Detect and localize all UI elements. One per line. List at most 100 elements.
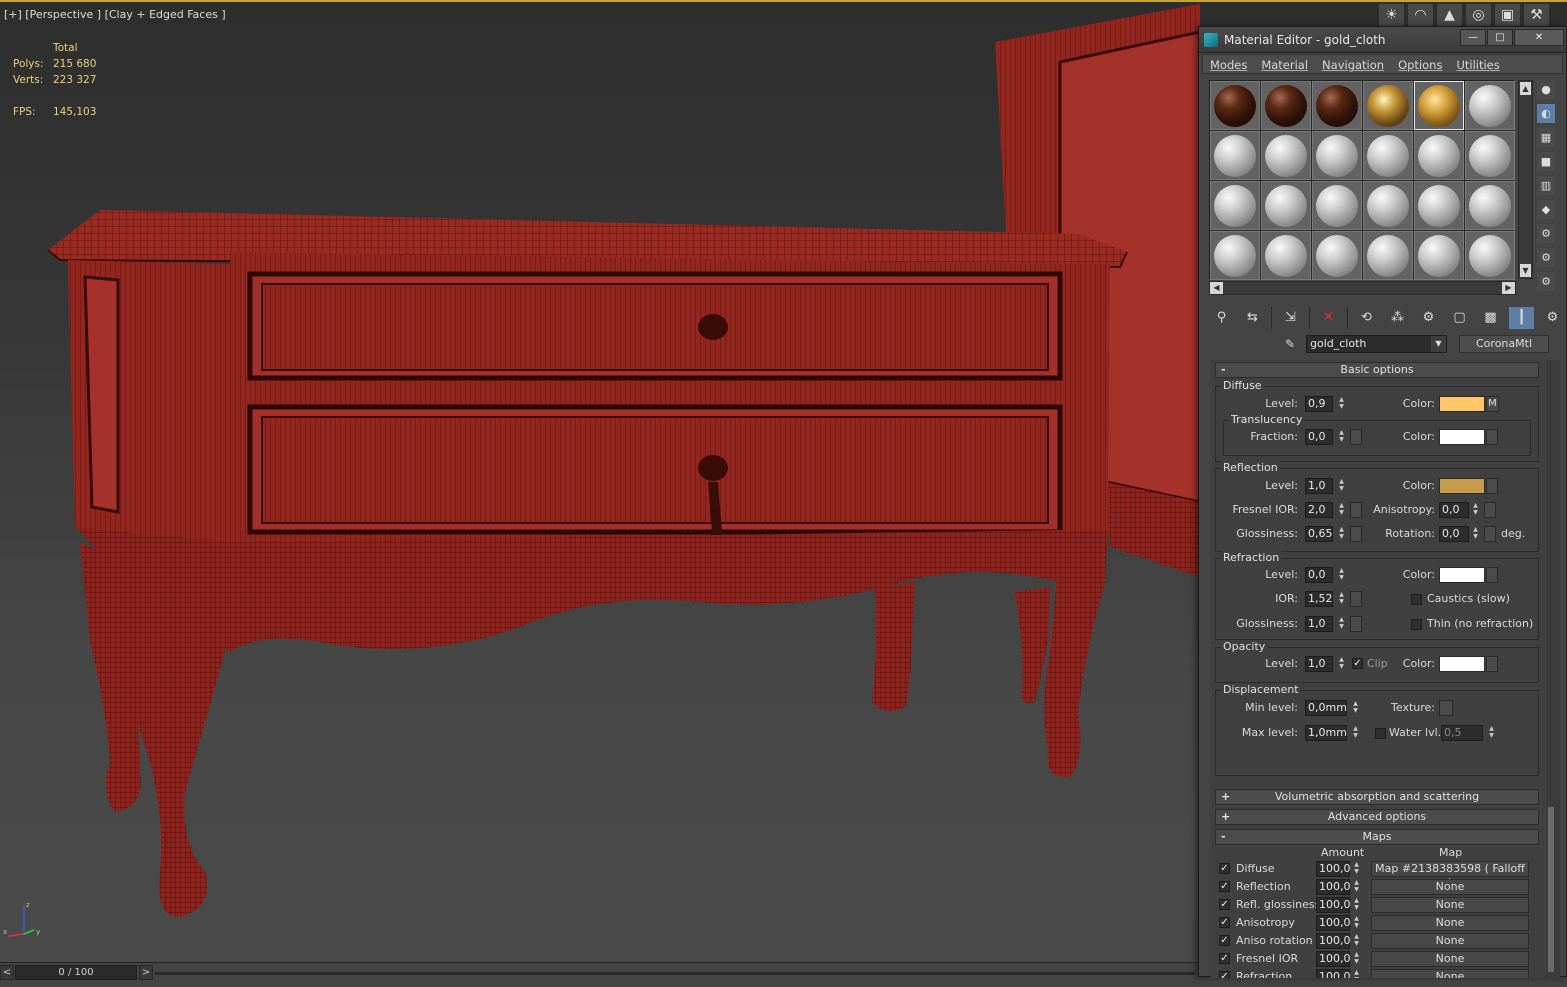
fraction-map-button[interactable] — [1350, 429, 1362, 445]
material-slot[interactable] — [1312, 181, 1362, 230]
map-enable-checkbox[interactable]: ✓ — [1219, 863, 1230, 874]
fraction-spinner[interactable]: 0,0 — [1305, 429, 1333, 445]
material-slot[interactable] — [1363, 131, 1413, 180]
material-slot[interactable] — [1465, 131, 1515, 180]
map-slot-button[interactable]: None — [1371, 897, 1529, 913]
reflection-glossiness-spinner[interactable]: 0,65 — [1305, 526, 1333, 542]
spinner-arrows-icon[interactable]: ▲▼ — [1337, 502, 1346, 518]
map-enable-checkbox[interactable]: ✓ — [1219, 935, 1230, 946]
reflection-color-swatch[interactable] — [1439, 478, 1485, 494]
material-slot[interactable] — [1210, 231, 1260, 280]
hammer-icon[interactable]: ⚒ — [1523, 3, 1550, 27]
go-to-parent-icon[interactable]: ┃ — [1509, 307, 1534, 329]
spinner-arrows-icon[interactable]: ▲▼ — [1352, 969, 1361, 978]
texture-map-button[interactable] — [1439, 700, 1453, 716]
map-slot-button[interactable]: Map #2138383598 ( Falloff ) — [1371, 861, 1529, 889]
fresnel-ior-spinner[interactable]: 2,0 — [1305, 502, 1333, 518]
spinner-arrows-icon[interactable]: ▲▼ — [1337, 616, 1346, 632]
material-slot[interactable] — [1414, 181, 1464, 230]
sample-type-icon[interactable]: ● — [1537, 80, 1555, 99]
map-slot-button[interactable]: None — [1371, 969, 1529, 978]
put-to-scene-icon[interactable]: ⇆ — [1240, 307, 1265, 329]
spinner-arrows-icon[interactable]: ▲▼ — [1337, 591, 1346, 607]
material-slot[interactable] — [1261, 81, 1311, 130]
maps-rollout[interactable]: - Maps — [1215, 829, 1539, 845]
refraction-glossiness-map-button[interactable] — [1350, 616, 1362, 632]
material-editor-titlebar[interactable]: Material Editor - gold_cloth — □ ✕ — [1199, 27, 1566, 53]
material-slot[interactable] — [1414, 231, 1464, 280]
material-slot[interactable] — [1261, 181, 1311, 230]
spinner-arrows-icon[interactable]: ▲▼ — [1352, 933, 1361, 949]
go-forward-sibling-icon[interactable]: ⚙ — [1540, 307, 1565, 329]
material-slot[interactable] — [1363, 231, 1413, 280]
spinner-arrows-icon[interactable]: ▲▼ — [1337, 429, 1346, 445]
map-amount-spinner[interactable]: 100,0 — [1316, 969, 1351, 978]
min-level-spinner[interactable]: 0,0mm — [1305, 700, 1347, 716]
advanced-options-rollout[interactable]: + Advanced options — [1215, 809, 1539, 825]
menu-utilities[interactable]: Utilities — [1449, 55, 1506, 73]
rotation-map-button[interactable] — [1484, 526, 1496, 542]
time-prev-button[interactable]: < — [0, 965, 14, 980]
spinner-arrows-icon[interactable]: ▲▼ — [1351, 725, 1360, 741]
map-amount-spinner[interactable]: 100,0 — [1316, 879, 1351, 895]
assign-to-selection-icon[interactable]: ⇲ — [1278, 307, 1303, 329]
uv-tiling-icon[interactable]: ■ — [1537, 152, 1555, 171]
material-slot[interactable] — [1363, 181, 1413, 230]
material-id-channel-icon[interactable]: ⚙ — [1416, 307, 1441, 329]
chevron-down-icon[interactable]: ▼ — [1431, 336, 1446, 352]
material-slot[interactable] — [1312, 81, 1362, 130]
spinner-arrows-icon[interactable]: ▲▼ — [1352, 897, 1361, 913]
translucency-map-button[interactable] — [1486, 429, 1498, 445]
basic-options-rollout[interactable]: - Basic options — [1215, 362, 1539, 378]
eyedropper-icon[interactable]: ✎ — [1281, 334, 1299, 354]
scroll-up-icon[interactable]: ▲ — [1520, 82, 1531, 95]
material-slot[interactable] — [1210, 81, 1260, 130]
teapot-icon[interactable]: ▲ — [1436, 3, 1463, 27]
caustics-checkbox[interactable] — [1411, 594, 1422, 605]
refraction-color-swatch[interactable] — [1439, 567, 1485, 583]
options-icon[interactable]: ⚙ — [1537, 224, 1555, 243]
map-enable-checkbox[interactable]: ✓ — [1219, 971, 1230, 978]
anisotropy-spinner[interactable]: 0,0 — [1439, 502, 1469, 518]
map-enable-checkbox[interactable]: ✓ — [1219, 881, 1230, 892]
menu-modes[interactable]: Modes — [1203, 55, 1254, 73]
diffuse-level-spinner[interactable]: 0,9 — [1305, 396, 1333, 412]
map-amount-spinner[interactable]: 100,0 — [1316, 897, 1351, 913]
put-to-library-icon[interactable]: ⁂ — [1385, 307, 1410, 329]
parameters-scrollbar[interactable] — [1546, 360, 1560, 978]
spinner-arrows-icon[interactable]: ▲▼ — [1352, 861, 1361, 877]
material-slot[interactable] — [1312, 231, 1362, 280]
material-slot[interactable] — [1363, 81, 1413, 130]
opacity-level-spinner[interactable]: 1,0 — [1305, 656, 1333, 672]
diffuse-map-button[interactable]: M — [1486, 396, 1499, 412]
reflection-map-button[interactable] — [1486, 478, 1498, 494]
spinner-arrows-icon[interactable]: ▲▼ — [1352, 951, 1361, 967]
make-unique-icon[interactable]: ⟲ — [1354, 307, 1379, 329]
rotation-spinner[interactable]: 0,0 — [1439, 526, 1469, 542]
make-preview-icon[interactable]: ◆ — [1537, 200, 1555, 219]
material-slot[interactable] — [1261, 131, 1311, 180]
material-type-button[interactable]: CoronaMtl — [1459, 335, 1549, 353]
spinner-arrows-icon[interactable]: ▲▼ — [1352, 915, 1361, 931]
map-amount-spinner[interactable]: 100,0 — [1316, 933, 1351, 949]
material-slot[interactable] — [1465, 81, 1515, 130]
spinner-arrows-icon[interactable]: ▲▼ — [1337, 656, 1346, 672]
slots-vertical-scrollbar[interactable]: ▲ ▼ — [1518, 80, 1533, 279]
slots-horizontal-scrollbar[interactable]: ◀ ▶ — [1209, 281, 1516, 295]
map-enable-checkbox[interactable]: ✓ — [1219, 899, 1230, 910]
material-slot[interactable] — [1465, 181, 1515, 230]
target-icon[interactable]: ◎ — [1465, 3, 1492, 27]
material-slot[interactable] — [1261, 231, 1311, 280]
spinner-arrows-icon[interactable]: ▲▼ — [1471, 526, 1480, 542]
scroll-down-icon[interactable]: ▼ — [1520, 264, 1531, 277]
water-level-checkbox[interactable] — [1375, 728, 1386, 739]
menu-navigation[interactable]: Navigation — [1315, 55, 1391, 73]
material-slot[interactable] — [1210, 131, 1260, 180]
reflection-level-spinner[interactable]: 1,0 — [1305, 478, 1333, 494]
scrollbar-thumb[interactable] — [1548, 807, 1554, 972]
sun-icon[interactable]: ☀ — [1378, 3, 1405, 27]
map-slot-button[interactable]: None — [1371, 933, 1529, 949]
backlight-icon[interactable]: ◐ — [1537, 104, 1555, 123]
material-name-field[interactable]: gold_cloth — [1306, 335, 1447, 353]
spinner-arrows-icon[interactable]: ▲▼ — [1471, 502, 1480, 518]
